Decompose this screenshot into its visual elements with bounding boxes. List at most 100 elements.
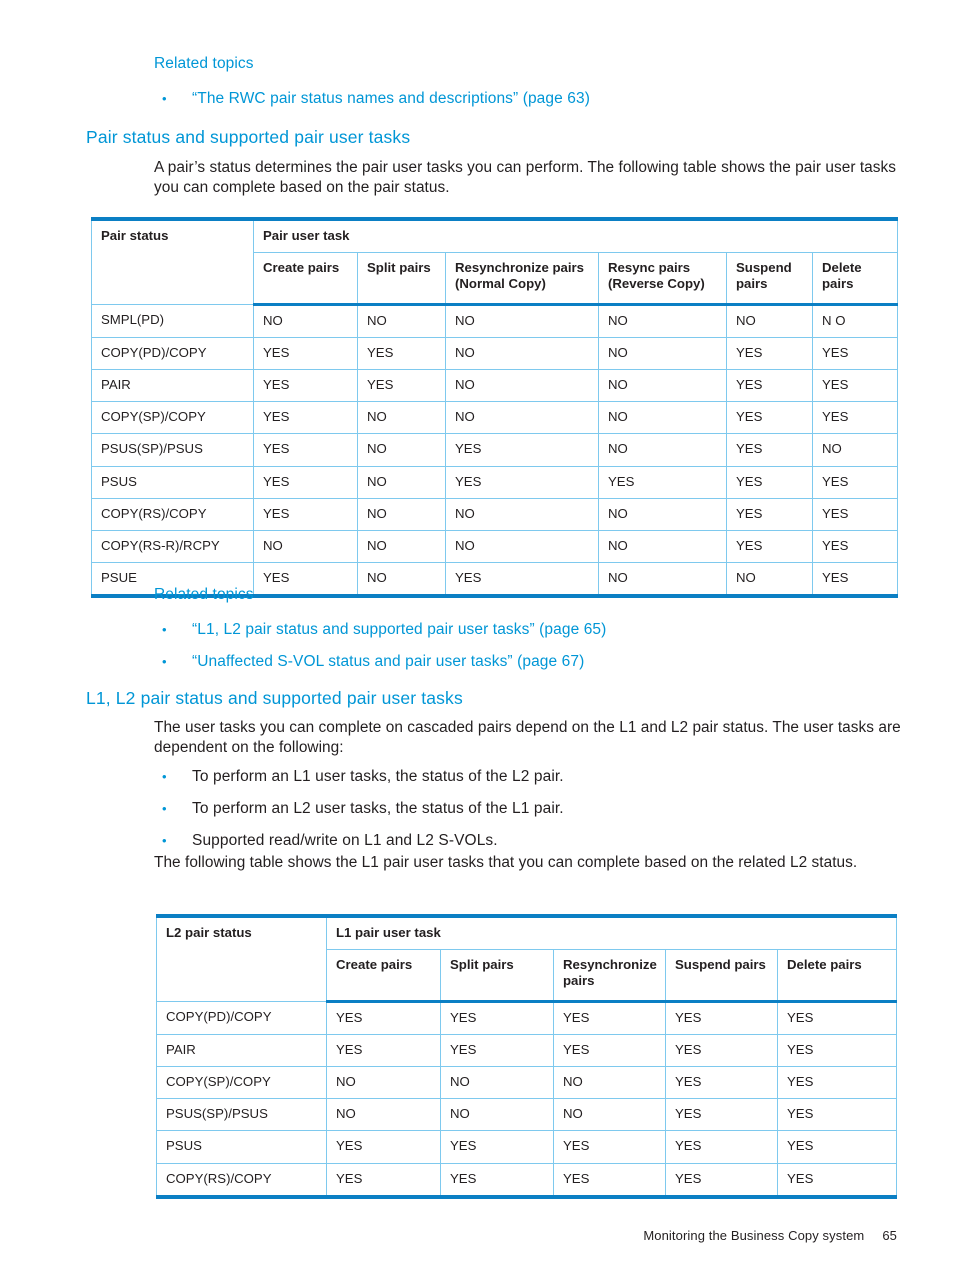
cell-task-support: YES (726, 529, 813, 563)
table-row: PSUS(SP)/PSUS NO NO NO YES YES (156, 1098, 897, 1132)
cell-task-support: NO (811, 433, 899, 467)
cell-task-support: YES (811, 529, 899, 563)
cell-task-support: YES (598, 465, 727, 499)
list-item[interactable]: • “The RWC pair status names and descrip… (154, 89, 590, 109)
cell-pair-status: COPY(RS)/COPY (91, 497, 254, 531)
related-topics-list-2: • “L1, L2 pair status and supported pair… (154, 620, 606, 671)
column-header: Split pairs (440, 949, 554, 1004)
table-row: SMPL(PD) NO NO NO NO NO N O (91, 304, 899, 339)
related-topics-block-2: Related topics • “L1, L2 pair status and… (154, 585, 606, 672)
table-row: COPY(RS)/COPY YES NO NO NO YES YES (91, 497, 899, 531)
cell-task-support: YES (553, 1162, 666, 1199)
table-header-row-group: Pair status Pair user task (91, 217, 899, 306)
cell-task-support: NO (326, 1098, 441, 1132)
list-item[interactable]: • “Unaffected S-VOL status and pair user… (154, 652, 606, 672)
cell-task-support: NO (357, 401, 446, 435)
list-item: • To perform an L1 user tasks, the statu… (154, 767, 902, 787)
cell-task-support: NO (253, 529, 358, 563)
cross-reference-link[interactable]: “Unaffected S-VOL status and pair user t… (192, 652, 584, 672)
section-heading-l1-l2-pair-status: L1, L2 pair status and supported pair us… (86, 688, 463, 708)
cell-pair-status: COPY(RS-R)/RCPY (91, 529, 254, 563)
table-row: COPY(PD)/COPY YES YES YES YES YES (156, 1001, 897, 1036)
cell-task-support: YES (726, 465, 813, 499)
pair-status-task-table: Pair status Pair user task Create pairs Spl… (91, 217, 899, 598)
cell-task-support: YES (811, 465, 899, 499)
cell-task-support: YES (811, 369, 899, 403)
cross-reference-link[interactable]: “The RWC pair status names and descripti… (192, 89, 590, 109)
cell-task-support: NO (357, 529, 446, 563)
table-header-row-group: L2 pair status L1 pair user task (156, 914, 897, 1003)
cell-task-support: YES (253, 337, 358, 371)
cross-reference-link[interactable]: “L1, L2 pair status and supported pair u… (192, 620, 606, 640)
cell-task-support: YES (726, 401, 813, 435)
cell-task-support: NO (598, 561, 727, 598)
list-item: • To perform an L2 user tasks, the statu… (154, 799, 902, 819)
cell-task-support: YES (777, 1130, 897, 1164)
section-2-intro-paragraph: The user tasks you can complete on casca… (154, 719, 901, 757)
table-row: COPY(PD)/COPY YES YES NO NO YES YES (91, 337, 899, 371)
cell-task-support: YES (326, 1162, 441, 1199)
l1-l2-pair-status-task-table: L2 pair status L1 pair user task Create pa… (156, 914, 897, 1199)
cell-task-support: YES (811, 337, 899, 371)
cell-task-support: YES (357, 337, 446, 371)
cell-task-support: YES (665, 1066, 778, 1100)
cell-task-support: YES (326, 1001, 441, 1036)
table-row: COPY(SP)/COPY YES NO NO NO YES YES (91, 401, 899, 435)
table-head: Pair status Pair user task Create pairs Spl… (91, 217, 899, 307)
cell-task-support: YES (665, 1001, 778, 1036)
cell-task-support: NO (357, 497, 446, 531)
footer-title: Monitoring the Business Copy system (643, 1228, 865, 1243)
cell-task-support: NO (553, 1066, 666, 1100)
cell-task-support: YES (445, 433, 599, 467)
table-row: COPY(RS)/COPY YES YES YES YES YES (156, 1162, 897, 1199)
cell-pair-status: SMPL(PD) (91, 304, 254, 339)
cell-task-support: NO (598, 337, 727, 371)
cell-pair-status: PSUS (91, 465, 254, 499)
cell-task-support: YES (777, 1066, 897, 1100)
related-topics-label-2: Related topics (154, 586, 254, 603)
cell-pair-status: COPY(RS)/COPY (156, 1162, 327, 1199)
cell-task-support: YES (553, 1034, 666, 1068)
bullet-icon: • (162, 622, 167, 638)
column-header-group-label: L1 pair user task (326, 914, 897, 951)
section-1-intro-paragraph: A pair’s status determines the pair user… (154, 159, 896, 197)
column-header-row-label: L2 pair status (156, 914, 327, 1003)
cell-task-support: YES (665, 1130, 778, 1164)
cell-task-support: NO (598, 401, 727, 435)
column-header-row-label: Pair status (91, 217, 254, 306)
column-header: Delete pairs (777, 949, 897, 1004)
column-header-group-label: Pair user task (252, 217, 899, 254)
cell-task-support: NO (445, 529, 599, 563)
list-item[interactable]: • “L1, L2 pair status and supported pair… (154, 620, 606, 640)
pair-status-task-table-wrapper: Pair status Pair user task Create pairs Spl… (91, 217, 899, 598)
column-header: Create pairs (253, 252, 358, 307)
list-item: • Supported read/write on L1 and L2 S-VO… (154, 831, 902, 851)
cell-task-support: NO (253, 304, 358, 339)
cell-task-support: YES (326, 1130, 441, 1164)
cell-task-support: YES (253, 433, 358, 467)
document-page: Related topics • “The RWC pair status na… (0, 0, 954, 1271)
bullet-icon: • (162, 801, 167, 817)
related-topics-block-1: Related topics • “The RWC pair status na… (154, 54, 590, 110)
cell-task-support: YES (665, 1034, 778, 1068)
cell-pair-status: COPY(SP)/COPY (91, 401, 254, 435)
cell-task-support: YES (440, 1162, 554, 1199)
table-row: COPY(RS-R)/RCPY NO NO NO NO YES YES (91, 529, 899, 563)
section-heading-pair-status: Pair status and supported pair user task… (86, 127, 411, 147)
cell-task-support: YES (811, 561, 899, 598)
bullet-icon: • (162, 769, 167, 784)
cell-task-support: YES (777, 1098, 897, 1132)
cell-task-support: YES (553, 1130, 666, 1164)
cell-task-support: YES (440, 1001, 554, 1036)
cell-task-support: YES (777, 1001, 897, 1036)
cell-pair-status: COPY(SP)/COPY (156, 1066, 327, 1100)
page-footer: Monitoring the Business Copy system 65 (643, 1228, 897, 1243)
table-head: L2 pair status L1 pair user task Create pa… (156, 914, 897, 1004)
cell-task-support: YES (777, 1162, 897, 1199)
section-2-outro-paragraph: The following table shows the L1 pair us… (154, 854, 858, 871)
cell-task-support: NO (440, 1098, 554, 1132)
cell-pair-status: PAIR (156, 1034, 327, 1068)
column-header: Resync pairs (Reverse Copy) (598, 252, 727, 307)
cell-task-support: N O (811, 304, 899, 339)
cell-pair-status: COPY(PD)/COPY (156, 1001, 327, 1036)
